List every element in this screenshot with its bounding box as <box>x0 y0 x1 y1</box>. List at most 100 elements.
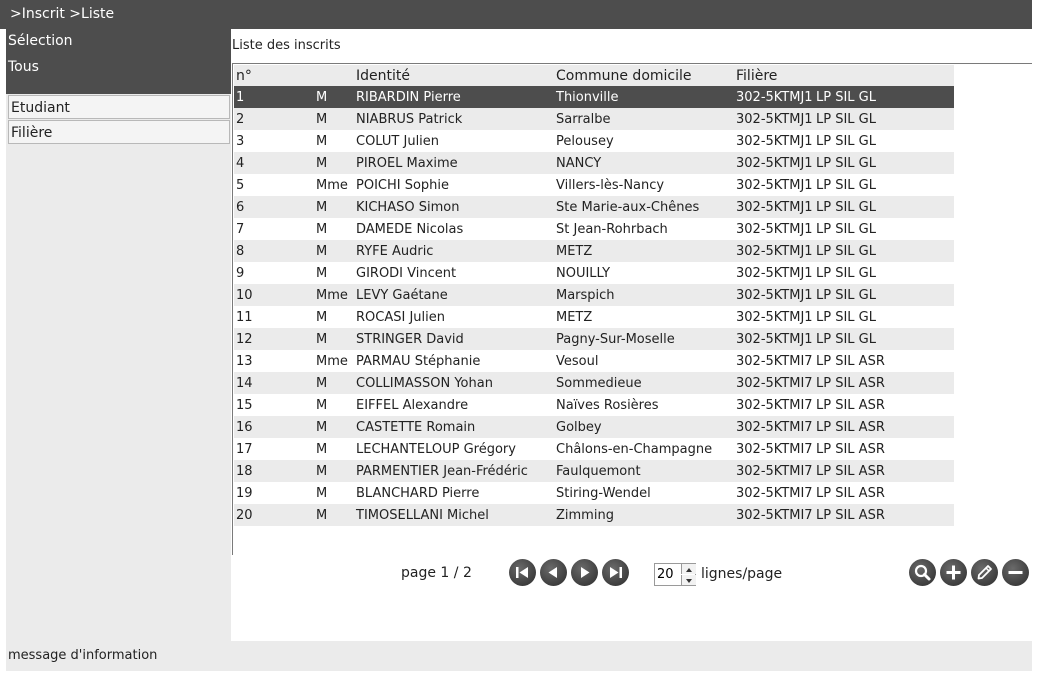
table-row[interactable]: 4 M PIROEL Maxime NANCY 302-5KTMJ1 LP SIL GL <box>234 152 954 174</box>
table-row[interactable]: 15 M EIFFEL Alexandre Naïves Rosières 302-5K… <box>234 394 954 416</box>
cell-identity: CASTETTE Romain <box>356 420 476 435</box>
sidebar-item-filiere[interactable]: Filière <box>8 120 230 144</box>
cell-identity: NIABRUS Patrick <box>356 112 463 127</box>
cell-identity: EIFFEL Alexandre <box>356 398 469 413</box>
cell-identity: KICHASO Simon <box>356 200 460 215</box>
cell-number: 8 <box>236 244 245 259</box>
cell-number: 18 <box>236 464 253 479</box>
cell-commune: NANCY <box>556 156 602 171</box>
table-row[interactable]: 6 M KICHASO Simon Ste Marie-aux-Chênes 302-5… <box>234 196 954 218</box>
cell-filiere-code: 302-5KTMI7 <box>736 486 813 501</box>
table-row[interactable]: 5 Mme POICHI Sophie Villers-lès-Nancy 302-5K… <box>234 174 954 196</box>
stepper-up-button[interactable] <box>681 564 696 574</box>
cell-identity: PARMENTIER Jean-Frédéric <box>356 464 528 479</box>
cell-filiere-code: 302-5KTMJ1 <box>736 200 813 215</box>
cell-commune: Villers-lès-Nancy <box>556 178 665 193</box>
sidebar-header: Sélection Tous <box>6 29 231 94</box>
column-header-commune[interactable]: Commune domicile <box>556 68 692 84</box>
table-row[interactable]: 12 M STRINGER David Pagny-Sur-Moselle 302-5K… <box>234 328 954 350</box>
cell-commune: NOUILLY <box>556 266 611 281</box>
table-row[interactable]: 17 M LECHANTELOUP Grégory Châlons-en-Champa… <box>234 438 954 460</box>
cell-identity: COLUT Julien <box>356 134 440 149</box>
table-row[interactable]: 7 M DAMEDE Nicolas St Jean-Rohrbach 302-5KTM… <box>234 218 954 240</box>
cell-filiere-code: 302-5KTMJ1 <box>736 288 813 303</box>
cell-commune: Thionville <box>556 90 619 105</box>
cell-filiere: LP SIL GL <box>816 112 876 127</box>
cell-filiere-code: 302-5KTMI7 <box>736 464 813 479</box>
cell-filiere-code: 302-5KTMJ1 <box>736 244 813 259</box>
table-row[interactable]: 9 M GIRODI Vincent NOUILLY 302-5KTMJ1 LP SIL … <box>234 262 954 284</box>
cell-filiere: LP SIL GL <box>816 156 876 171</box>
cell-filiere: LP SIL GL <box>816 222 876 237</box>
next-page-button[interactable] <box>571 559 598 586</box>
search-button[interactable] <box>909 559 936 586</box>
lines-per-page-stepper <box>654 563 696 586</box>
right-margin <box>1032 0 1038 678</box>
table-row[interactable]: 13 Mme PARMAU Stéphanie Vesoul 302-5KTMI7 LP … <box>234 350 954 372</box>
cell-filiere: LP SIL ASR <box>816 442 885 457</box>
first-page-icon <box>516 567 528 578</box>
lines-per-page-input[interactable] <box>657 566 679 583</box>
cell-filiere-code: 302-5KTMI7 <box>736 420 813 435</box>
cell-civility: M <box>316 508 328 523</box>
previous-page-icon <box>548 567 557 578</box>
edit-icon <box>977 565 992 580</box>
cell-number: 16 <box>236 420 253 435</box>
chevron-up-icon <box>686 568 692 572</box>
cell-number: 6 <box>236 200 245 215</box>
cell-number: 14 <box>236 376 253 391</box>
stepper-down-button[interactable] <box>681 575 696 585</box>
cell-civility: Mme <box>316 288 348 303</box>
sidebar-item-etudiant[interactable]: Etudiant <box>8 95 230 119</box>
table-row[interactable]: 11 M ROCASI Julien METZ 302-5KTMJ1 LP SIL GL <box>234 306 954 328</box>
cell-civility: M <box>316 90 328 105</box>
table-row[interactable]: 19 M BLANCHARD Pierre Stiring-Wendel 302-5KT… <box>234 482 954 504</box>
table-row[interactable]: 16 M CASTETTE Romain Golbey 302-5KTMI7 LP SIL… <box>234 416 954 438</box>
table-row[interactable]: 1 M RIBARDIN Pierre Thionville 302-5KTMJ1 LP … <box>234 86 954 108</box>
cell-commune: Pelousey <box>556 134 614 149</box>
previous-page-button[interactable] <box>540 559 567 586</box>
cell-filiere-code: 302-5KTMJ1 <box>736 134 813 149</box>
students-table: n° Identité Commune domicile Filière 1 M R… <box>232 63 1033 556</box>
cell-commune: Stiring-Wendel <box>556 486 651 501</box>
cell-filiere-code: 302-5KTMJ1 <box>736 266 813 281</box>
remove-button[interactable] <box>1002 559 1029 586</box>
cell-civility: Mme <box>316 178 348 193</box>
last-page-button[interactable] <box>602 559 629 586</box>
cell-filiere-code: 302-5KTMI7 <box>736 398 813 413</box>
cell-filiere-code: 302-5KTMI7 <box>736 508 813 523</box>
column-header-filiere[interactable]: Filière <box>736 68 777 84</box>
cell-filiere: LP SIL ASR <box>816 398 885 413</box>
cell-filiere: LP SIL GL <box>816 288 876 303</box>
cell-filiere: LP SIL GL <box>816 244 876 259</box>
detail-area <box>231 590 1032 641</box>
cell-identity: TIMOSELLANI Michel <box>356 508 489 523</box>
sidebar-subheading[interactable]: Tous <box>8 59 39 75</box>
lines-per-page-label: lignes/page <box>701 566 783 582</box>
add-button[interactable] <box>940 559 967 586</box>
cell-filiere-code: 302-5KTMI7 <box>736 354 813 369</box>
cell-civility: M <box>316 442 328 457</box>
cell-identity: GIRODI Vincent <box>356 266 457 281</box>
chevron-down-icon <box>686 579 692 583</box>
next-page-icon <box>581 567 590 578</box>
table-row[interactable]: 20 M TIMOSELLANI Michel Zimming 302-5KTMI7 LP… <box>234 504 954 526</box>
table-row[interactable]: 2 M NIABRUS Patrick Sarralbe 302-5KTMJ1 LP SI… <box>234 108 954 130</box>
pager-bar: page 1 / 2 lignes/page <box>231 555 1032 590</box>
cell-identity: RYFE Audric <box>356 244 434 259</box>
cell-number: 1 <box>236 90 245 105</box>
cell-identity: STRINGER David <box>356 332 464 347</box>
cell-filiere-code: 302-5KTMJ1 <box>736 178 813 193</box>
table-row[interactable]: 18 M PARMENTIER Jean-Frédéric Faulquemont 30… <box>234 460 954 482</box>
column-header-number[interactable]: n° <box>236 68 252 84</box>
column-header-identity[interactable]: Identité <box>356 68 410 84</box>
cell-filiere: LP SIL ASR <box>816 464 885 479</box>
table-row[interactable]: 8 M RYFE Audric METZ 302-5KTMJ1 LP SIL GL <box>234 240 954 262</box>
table-row[interactable]: 14 M COLLIMASSON Yohan Sommedieue 302-5KTMI7… <box>234 372 954 394</box>
edit-button[interactable] <box>971 559 998 586</box>
table-row[interactable]: 10 Mme LEVY Gaétane Marspich 302-5KTMJ1 LP SI… <box>234 284 954 306</box>
cell-civility: M <box>316 244 328 259</box>
first-page-button[interactable] <box>509 559 536 586</box>
cell-identity: DAMEDE Nicolas <box>356 222 464 237</box>
table-row[interactable]: 3 M COLUT Julien Pelousey 302-5KTMJ1 LP SIL G… <box>234 130 954 152</box>
